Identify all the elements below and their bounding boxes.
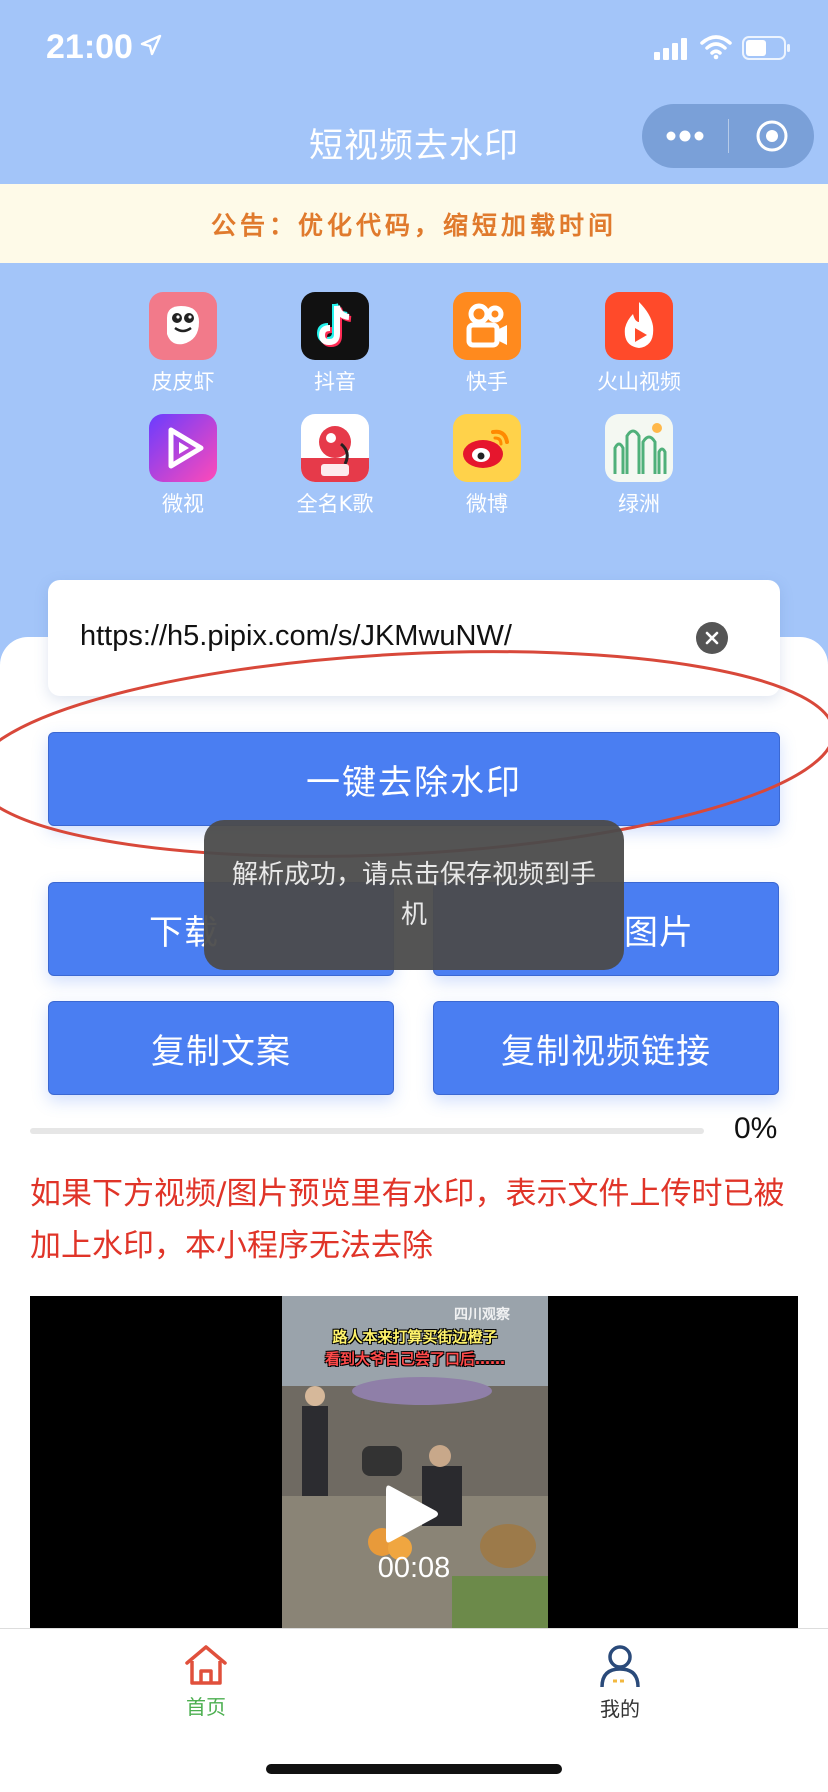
platform-weishi[interactable]: 微视 bbox=[107, 414, 259, 518]
menu-capsule bbox=[642, 104, 814, 168]
toast-message: 解析成功，请点击保存视频到手机 bbox=[204, 820, 624, 970]
watermark-warning: 如果下方视频/图片预览里有水印，表示文件上传时已被加上水印，本小程序无法去除 bbox=[30, 1176, 785, 1264]
platform-label: 皮皮虾 bbox=[151, 370, 215, 394]
close-icon bbox=[705, 631, 719, 645]
remove-watermark-label: 一键去除水印 bbox=[306, 762, 522, 803]
progress-percent: 0% bbox=[734, 1112, 778, 1145]
copy-link-label: 复制视频链接 bbox=[501, 1031, 711, 1072]
platform-weibo[interactable]: 微博 bbox=[411, 414, 563, 518]
platform-huoshan[interactable]: 火山视频 bbox=[563, 292, 715, 396]
cellular-signal-icon bbox=[654, 38, 687, 60]
notice-text: 公告：优化代码，缩短加载时间 bbox=[210, 210, 617, 240]
user-icon bbox=[600, 1645, 640, 1688]
remove-watermark-button[interactable]: 一键去除水印 bbox=[48, 732, 780, 826]
video-caption-line2: 看到大爷自己尝了口后…… bbox=[324, 1350, 505, 1368]
lvzhou-icon bbox=[605, 414, 673, 482]
platform-label: 微视 bbox=[162, 492, 204, 516]
play-icon[interactable] bbox=[382, 1482, 442, 1546]
wifi-icon bbox=[700, 35, 732, 60]
nav-bar: 短视频去水印 bbox=[0, 100, 828, 184]
video-caption-line1: 路人本来打算买街边橙子 bbox=[332, 1328, 498, 1346]
toast-text: 解析成功，请点击保存视频到手机 bbox=[231, 860, 596, 930]
pipixia-icon bbox=[149, 292, 217, 360]
url-input-box[interactable]: https://h5.pipix.com/s/JKMwuNW/ bbox=[48, 580, 780, 696]
clear-input-button[interactable] bbox=[696, 622, 728, 654]
platform-label: 火山视频 bbox=[597, 370, 681, 394]
video-duration: 00:08 bbox=[377, 1552, 451, 1584]
douyin-icon bbox=[301, 292, 369, 360]
kge-icon bbox=[301, 414, 369, 482]
copy-text-label: 复制文案 bbox=[151, 1031, 291, 1072]
video-preview[interactable]: 路人本来打算买街边橙子 看到大爷自己尝了口后…… 四川观察 00:08 bbox=[30, 1296, 798, 1628]
platform-label: 快手 bbox=[466, 370, 508, 394]
tab-me[interactable]: 我的 bbox=[560, 1643, 680, 1722]
location-arrow-icon bbox=[140, 34, 162, 56]
tab-me-label: 我的 bbox=[600, 1697, 640, 1721]
platform-lvzhou[interactable]: 绿洲 bbox=[563, 414, 715, 518]
platform-label: 全名K歌 bbox=[296, 492, 374, 516]
copy-link-button[interactable]: 复制视频链接 bbox=[433, 1001, 779, 1095]
close-miniprogram-button[interactable] bbox=[729, 104, 814, 168]
platform-douyin[interactable]: 抖音 bbox=[259, 292, 411, 396]
platform-grid: 皮皮虾 抖音 快手 火山视频 微视 全名K歌 微博 绿洲 bbox=[107, 292, 747, 518]
video-brand-watermark: 四川观察 bbox=[454, 1307, 510, 1323]
kuaishou-icon bbox=[453, 292, 521, 360]
notice-banner: 公告：优化代码，缩短加载时间 bbox=[0, 184, 828, 263]
home-icon bbox=[185, 1645, 227, 1685]
more-dots-icon bbox=[666, 130, 704, 142]
platform-pipixia[interactable]: 皮皮虾 bbox=[107, 292, 259, 396]
status-bar: 21:00 bbox=[0, 0, 828, 100]
platform-label: 微博 bbox=[466, 492, 508, 516]
url-input[interactable]: https://h5.pipix.com/s/JKMwuNW/ bbox=[80, 620, 512, 653]
platform-kuaishou[interactable]: 快手 bbox=[411, 292, 563, 396]
more-button[interactable] bbox=[642, 104, 728, 168]
platform-quanmin-kge[interactable]: 全名K歌 bbox=[259, 414, 411, 518]
platform-label: 抖音 bbox=[314, 370, 356, 394]
save-images-label: 图片 bbox=[624, 912, 694, 953]
platform-label: 绿洲 bbox=[618, 492, 660, 516]
copy-text-button[interactable]: 复制文案 bbox=[48, 1001, 394, 1095]
status-time: 21:00 bbox=[46, 28, 133, 66]
home-indicator bbox=[266, 1764, 562, 1774]
download-progress-bar bbox=[30, 1128, 704, 1134]
weibo-icon bbox=[453, 414, 521, 482]
battery-icon bbox=[742, 36, 790, 60]
target-circle-icon bbox=[756, 120, 787, 152]
tab-home[interactable]: 首页 bbox=[146, 1643, 266, 1720]
huoshan-icon bbox=[605, 292, 673, 360]
weishi-icon bbox=[149, 414, 217, 482]
tab-home-label: 首页 bbox=[186, 1695, 226, 1719]
